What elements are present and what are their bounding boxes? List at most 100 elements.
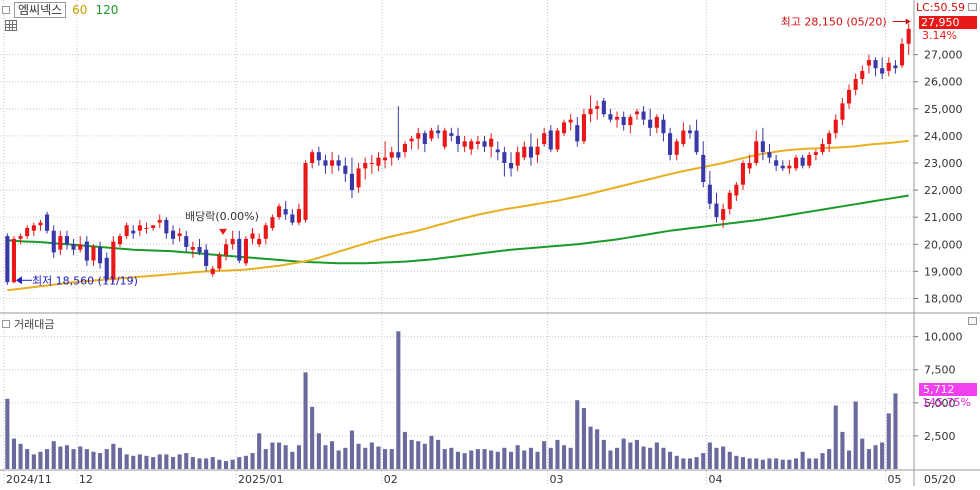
volume-bar — [794, 458, 799, 469]
candle-body — [714, 203, 719, 218]
volume-bar — [562, 445, 567, 469]
price-tick-label: 19,000 — [924, 265, 963, 278]
volume-bar — [416, 441, 421, 469]
volume-bar — [621, 438, 626, 469]
candle-body — [210, 268, 215, 275]
volume-toggle-icon[interactable] — [2, 320, 10, 328]
candle-body — [237, 238, 242, 261]
volume-bar — [661, 447, 666, 469]
legend-ma60[interactable]: 60 — [72, 3, 87, 17]
volume-bar — [336, 450, 341, 469]
volume-bar — [157, 454, 162, 469]
candle-body — [283, 209, 288, 215]
candle-body — [522, 146, 527, 158]
volume-bar — [124, 454, 129, 469]
volume-bar — [740, 457, 745, 469]
candle-body — [257, 238, 262, 245]
volume-bar — [296, 445, 301, 469]
volume-bar — [475, 449, 480, 469]
candle-body — [833, 119, 838, 134]
ma120-line — [7, 194, 909, 265]
candle-body — [376, 157, 381, 166]
volume-bar — [11, 438, 16, 469]
candle-body — [880, 68, 885, 74]
volume-tick-label: 7,500 — [924, 364, 956, 377]
volume-bar — [482, 449, 487, 469]
candle-body — [416, 133, 421, 139]
stock-name[interactable]: 엠씨넥스 — [14, 2, 67, 18]
volume-bar — [197, 458, 202, 469]
volume-bar — [91, 451, 96, 469]
candle-body — [98, 247, 103, 264]
volume-bar — [303, 372, 308, 469]
volume-bar — [721, 446, 726, 469]
volume-bar — [449, 447, 454, 469]
volume-bar — [674, 455, 679, 469]
volume-bar — [31, 454, 36, 469]
candle-body — [455, 135, 460, 144]
candle-body — [707, 184, 712, 204]
volume-bar — [243, 455, 248, 469]
volume-bar — [78, 446, 83, 469]
volume-bar — [369, 442, 374, 469]
price-tick-label: 25,000 — [924, 103, 963, 116]
volume-bar — [787, 459, 792, 469]
legend-toggle-icon[interactable] — [2, 6, 10, 14]
candle-body — [900, 43, 905, 66]
volume-bar — [131, 455, 136, 469]
volume-bar — [767, 458, 772, 469]
x-axis-labels: 2024/11 12 2025/01 02 03 04 05 05/20 — [6, 473, 956, 486]
volume-bar — [833, 405, 838, 469]
volume-bar — [396, 331, 401, 469]
volume-bar — [774, 458, 779, 469]
volume-bar — [893, 393, 898, 469]
candle-body — [615, 116, 620, 120]
candle-body — [323, 160, 328, 166]
volume-bar — [601, 439, 606, 469]
volume-bar — [555, 439, 560, 469]
table-grid-icon[interactable] — [5, 20, 17, 31]
candle-body — [853, 79, 858, 90]
candle-body — [243, 238, 248, 264]
candle-body — [144, 228, 149, 229]
candle-body — [721, 209, 726, 220]
candles-layer — [5, 23, 911, 285]
volume-bar — [628, 442, 633, 469]
price-panel-button[interactable] — [968, 3, 977, 11]
candle-body — [442, 130, 447, 147]
volume-bar — [144, 455, 149, 469]
volume-bar — [217, 459, 222, 469]
volume-bar — [58, 446, 63, 469]
volume-bar — [694, 457, 699, 469]
x-axis-label: 05/20 — [924, 473, 956, 486]
x-axis-label: 2025/01 — [238, 473, 284, 486]
volume-bar — [230, 459, 235, 469]
volume-bar — [383, 449, 388, 469]
candle-body — [11, 238, 16, 283]
ma120-layer — [7, 194, 909, 265]
candle-body — [827, 133, 832, 144]
volume-tick-label: 2,500 — [924, 430, 956, 443]
legend-ma120[interactable]: 120 — [95, 3, 118, 17]
volume-bar — [64, 445, 69, 469]
candle-body — [654, 116, 659, 128]
candle-body — [794, 157, 799, 169]
volume-bar — [615, 447, 620, 469]
grid-lines — [0, 0, 914, 486]
candle-body — [734, 184, 739, 196]
volume-bar — [250, 453, 255, 469]
candle-body — [800, 157, 805, 166]
candle-body — [436, 130, 441, 134]
candle-body — [396, 152, 401, 158]
legend: 엠씨넥스 60 120 — [2, 2, 118, 18]
candle-body — [409, 138, 414, 142]
candle-body — [58, 236, 63, 250]
volume-bar — [436, 439, 441, 469]
volume-bar — [800, 451, 805, 469]
candle-body — [661, 119, 666, 134]
candle-body — [5, 236, 10, 283]
volume-change-pct: 145.75% — [922, 396, 971, 409]
x-axis-label: 03 — [549, 473, 563, 486]
volume-bar — [18, 443, 23, 469]
volume-panel-button[interactable] — [968, 317, 977, 325]
